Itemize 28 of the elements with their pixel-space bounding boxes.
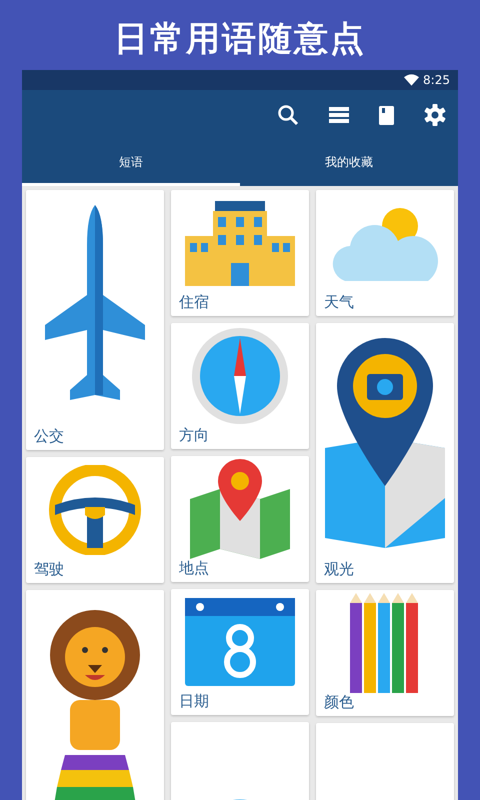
category-card[interactable]: 公交 xyxy=(26,190,164,450)
headline: 日常用语随意点 xyxy=(113,18,367,61)
category-label: 颜色 xyxy=(324,692,355,712)
category-card[interactable]: 观光 xyxy=(316,323,454,583)
category-label: 观光 xyxy=(324,559,355,579)
settings-icon[interactable] xyxy=(424,104,446,126)
search-icon[interactable] xyxy=(277,104,299,126)
category-label: 方向 xyxy=(179,425,210,445)
category-card[interactable] xyxy=(26,590,164,800)
category-card[interactable]: 方向 xyxy=(171,323,309,449)
category-label: 驾驶 xyxy=(34,559,65,579)
category-card[interactable]: 颜色 xyxy=(316,590,454,716)
tab[interactable]: 我的收藏 xyxy=(240,140,458,186)
category-label: 公交 xyxy=(34,426,65,446)
category-label: 地点 xyxy=(179,558,210,578)
category-card[interactable]: 地点 xyxy=(171,456,309,582)
category-label: 住宿 xyxy=(179,292,210,312)
category-card[interactable]: 日期 xyxy=(171,589,309,715)
book-icon[interactable] xyxy=(379,106,394,124)
category-card[interactable]: 天气 xyxy=(316,190,454,316)
category-card[interactable]: 驾驶 xyxy=(26,457,164,583)
category-card[interactable]: 住宿 xyxy=(171,190,309,316)
wifi-icon xyxy=(404,74,420,86)
list-icon[interactable] xyxy=(329,107,349,123)
category-label: 日期 xyxy=(179,691,210,711)
category-label: 天气 xyxy=(324,292,355,312)
tab[interactable]: 短语 xyxy=(22,140,240,186)
clock-time: 8:25 xyxy=(423,72,450,89)
